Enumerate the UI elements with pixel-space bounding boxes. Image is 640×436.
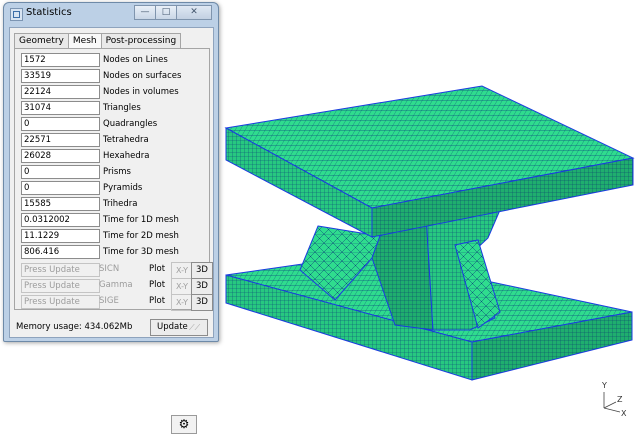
stat-label: Triangles bbox=[103, 103, 141, 113]
stat-row: 0 Pyramids bbox=[21, 181, 142, 195]
sicn-value-field: Press Update bbox=[21, 263, 100, 277]
stat-label: Quadrangles bbox=[103, 119, 158, 129]
stat-value-field[interactable]: 0.0312002 bbox=[21, 213, 100, 227]
stat-label: Time for 2D mesh bbox=[103, 231, 179, 241]
axis-x-label: X bbox=[621, 409, 627, 418]
stat-row: 22571 Tetrahedra bbox=[21, 133, 149, 147]
stat-row: 15585 Trihedra bbox=[21, 197, 138, 211]
stat-label: Time for 1D mesh bbox=[103, 215, 179, 225]
resize-grip-icon: ⟋⟋ bbox=[189, 323, 201, 332]
minimize-button[interactable]: — bbox=[134, 5, 156, 20]
sige-3d-button[interactable]: 3D bbox=[191, 294, 213, 311]
stat-row: 0 Quadrangles bbox=[21, 117, 157, 131]
stat-label: Nodes on surfaces bbox=[103, 71, 182, 81]
stat-value-field[interactable]: 22571 bbox=[21, 133, 100, 147]
stat-value-field[interactable]: 11.1229 bbox=[21, 229, 100, 243]
stat-value-field[interactable]: 22124 bbox=[21, 85, 100, 99]
stat-row: 33519 Nodes on surfaces bbox=[21, 69, 181, 83]
sige-value-field: Press Update bbox=[21, 295, 100, 309]
tab-post-processing[interactable]: Post-processing bbox=[100, 33, 182, 48]
axis-z-label: Z bbox=[617, 395, 623, 404]
stat-row: 0.0312002 Time for 1D mesh bbox=[21, 213, 179, 227]
gamma-label: Gamma bbox=[99, 280, 133, 290]
stat-value-field[interactable]: 0 bbox=[21, 181, 100, 195]
tab-geometry[interactable]: Geometry bbox=[14, 33, 69, 48]
update-label: Update bbox=[157, 322, 188, 332]
close-button[interactable]: ✕ bbox=[176, 5, 212, 20]
window-client-area: Geometry Mesh Post-processing 1572 Nodes … bbox=[9, 27, 214, 338]
stat-label: Prisms bbox=[103, 167, 131, 177]
axes-triad: Y X Z bbox=[596, 378, 636, 418]
stat-value-field[interactable]: 33519 bbox=[21, 69, 100, 83]
update-button[interactable]: Update ⟋⟋ bbox=[150, 319, 208, 336]
window-title: Statistics bbox=[26, 7, 72, 18]
stat-value-field[interactable]: 1572 bbox=[21, 53, 100, 67]
gamma-3d-button[interactable]: 3D bbox=[191, 278, 213, 295]
window-app-icon bbox=[10, 8, 23, 21]
title-bar[interactable]: Statistics — □ ✕ bbox=[4, 3, 218, 25]
gear-icon: ⚙ bbox=[178, 417, 190, 431]
stat-value-field[interactable]: 31074 bbox=[21, 101, 100, 115]
stat-label: Pyramids bbox=[103, 183, 143, 193]
maximize-button[interactable]: □ bbox=[155, 5, 177, 20]
tab-bar: Geometry Mesh Post-processing bbox=[14, 33, 182, 49]
sicn-3d-button[interactable]: 3D bbox=[191, 262, 213, 279]
gamma-value-field: Press Update bbox=[21, 279, 100, 293]
stat-row: 22124 Nodes in volumes bbox=[21, 85, 179, 99]
options-button[interactable]: ⚙ bbox=[171, 415, 197, 434]
plot-label: Plot bbox=[149, 264, 166, 274]
stat-row: 1572 Nodes on Lines bbox=[21, 53, 168, 67]
stat-row: 31074 Triangles bbox=[21, 101, 141, 115]
stat-row: 806.416 Time for 3D mesh bbox=[21, 245, 179, 259]
gamma-xy-button[interactable]: X-Y bbox=[171, 278, 193, 295]
plot-label: Plot bbox=[149, 280, 166, 290]
stat-label: Nodes on Lines bbox=[103, 55, 168, 65]
stat-row: 11.1229 Time for 2D mesh bbox=[21, 229, 179, 243]
stat-value-field[interactable]: 0 bbox=[21, 117, 100, 131]
stat-label: Time for 3D mesh bbox=[103, 247, 179, 257]
stat-value-field[interactable]: 26028 bbox=[21, 149, 100, 163]
stat-value-field[interactable]: 15585 bbox=[21, 197, 100, 211]
sige-xy-button[interactable]: X-Y bbox=[171, 294, 193, 311]
statistics-window: Statistics — □ ✕ Geometry Mesh Post-proc… bbox=[3, 2, 219, 342]
memory-usage-label: Memory usage: 434.062Mb bbox=[16, 322, 133, 332]
stat-value-field[interactable]: 806.416 bbox=[21, 245, 100, 259]
stat-row: 0 Prisms bbox=[21, 165, 131, 179]
status-footer: Memory usage: 434.062Mb Update ⟋⟋ bbox=[16, 319, 208, 336]
stat-label: Trihedra bbox=[103, 199, 138, 209]
sicn-label: SICN bbox=[99, 264, 120, 274]
axis-y-label: Y bbox=[601, 381, 607, 390]
mesh-tab-panel: 1572 Nodes on Lines 33519 Nodes on surface… bbox=[14, 48, 213, 311]
stat-label: Tetrahedra bbox=[103, 135, 149, 145]
sicn-xy-button[interactable]: X-Y bbox=[171, 262, 193, 279]
stat-row: 26028 Hexahedra bbox=[21, 149, 149, 163]
stat-label: Hexahedra bbox=[103, 151, 150, 161]
stat-value-field[interactable]: 0 bbox=[21, 165, 100, 179]
stat-label: Nodes in volumes bbox=[103, 87, 179, 97]
plot-label: Plot bbox=[149, 296, 166, 306]
sige-label: SIGE bbox=[99, 296, 119, 306]
tab-mesh[interactable]: Mesh bbox=[67, 33, 102, 49]
